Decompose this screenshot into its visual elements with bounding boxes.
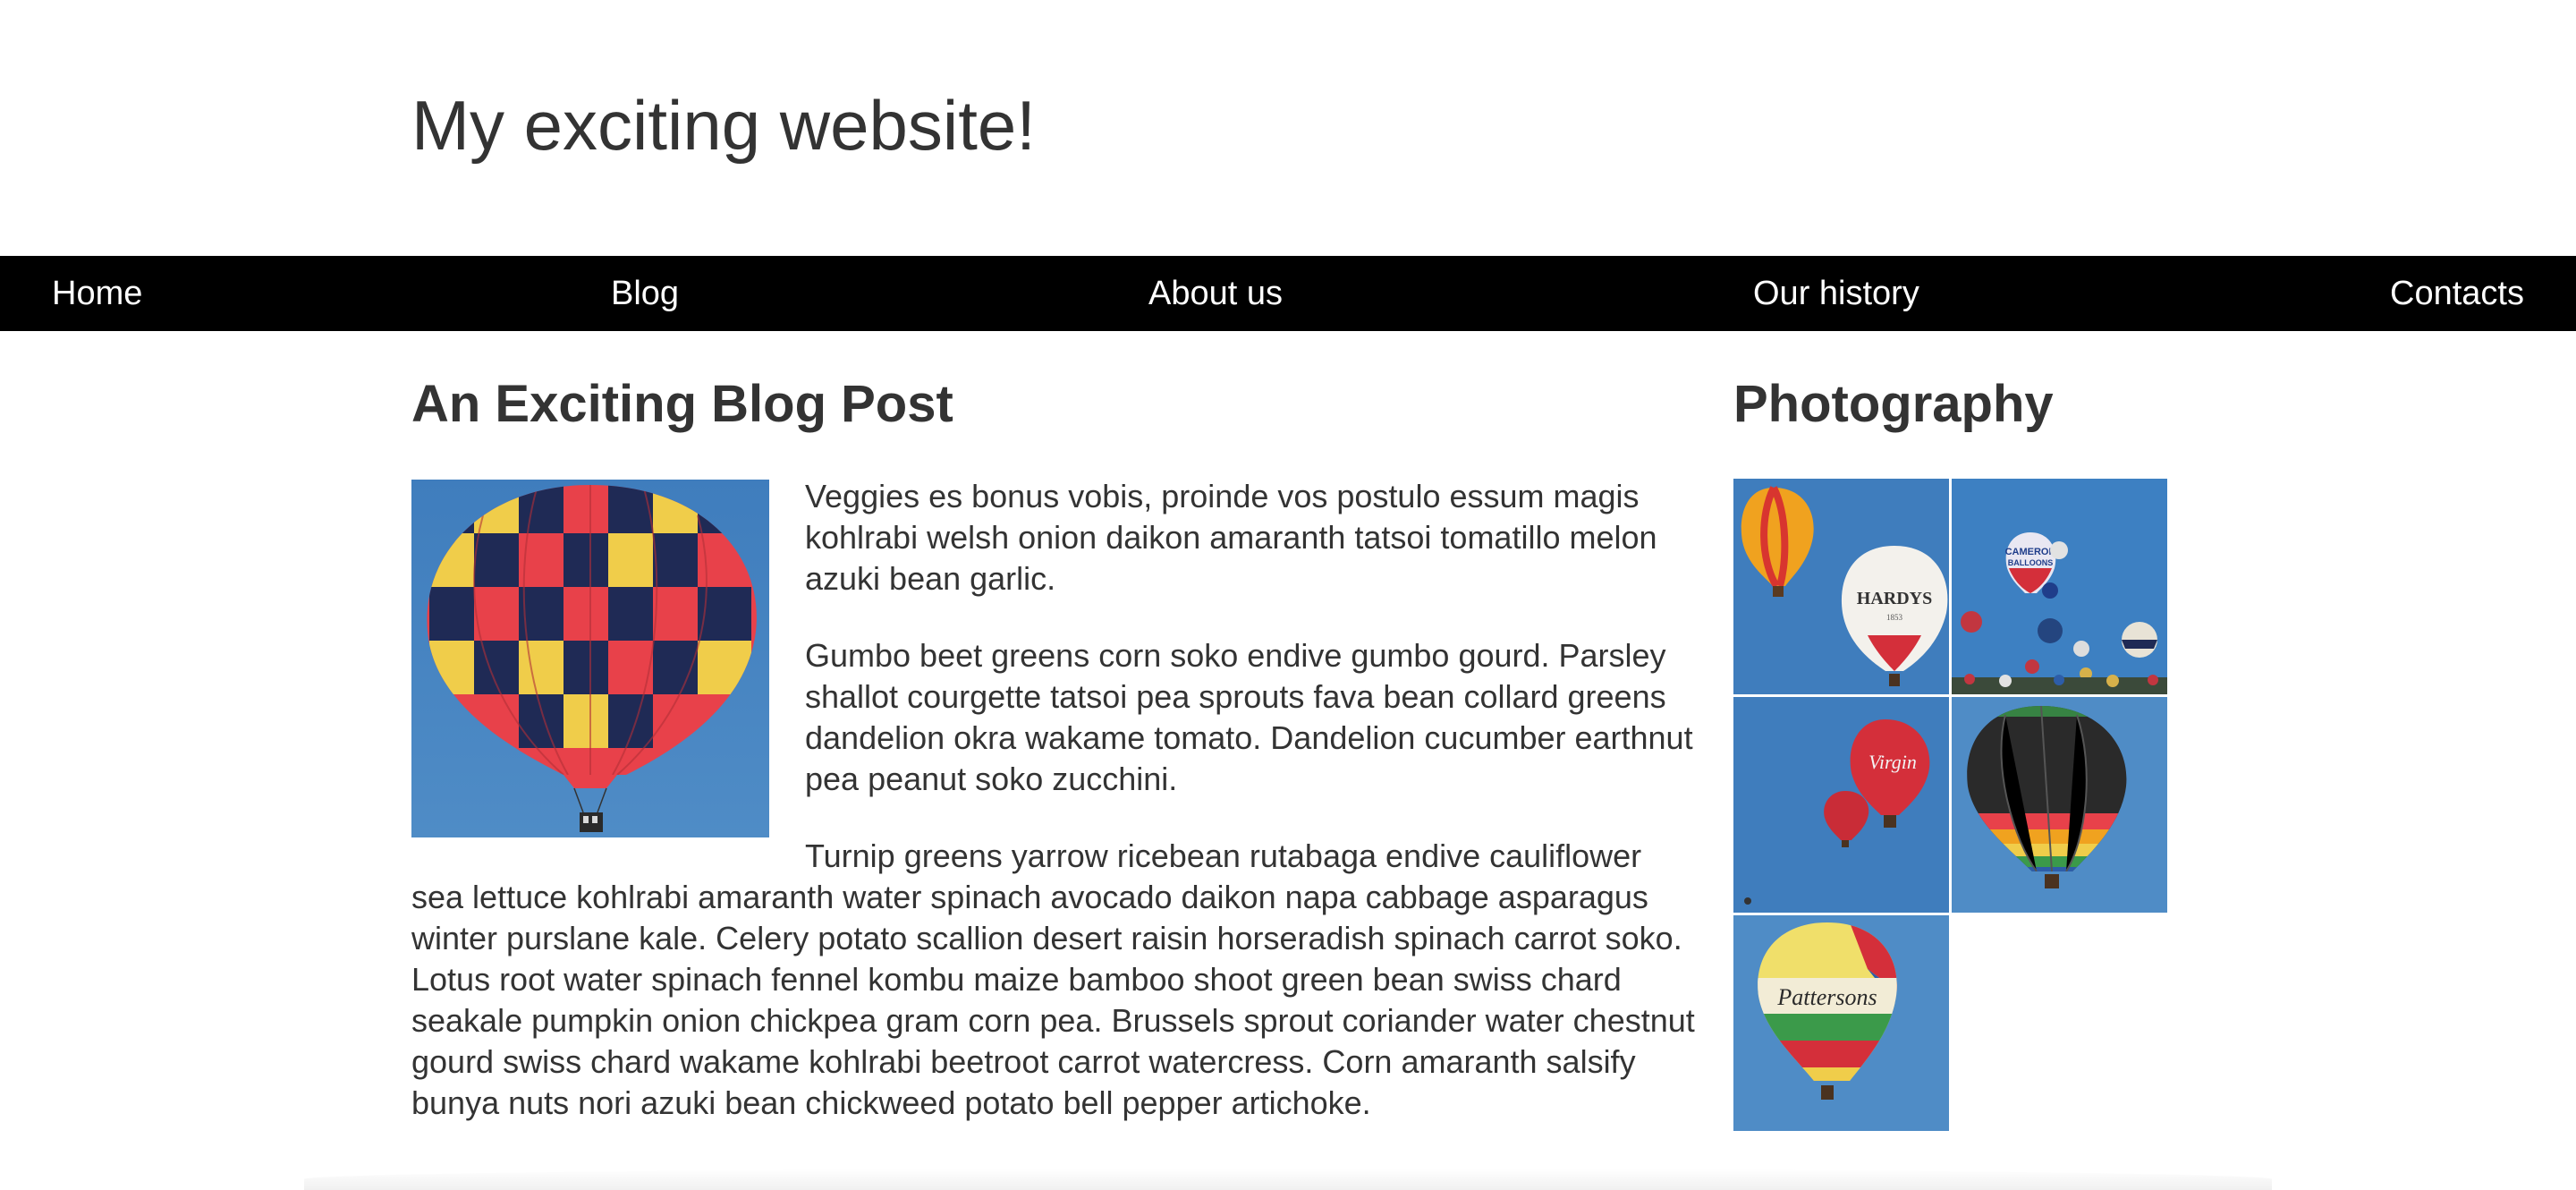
- balloon-photo-3[interactable]: Virgin: [1733, 697, 1949, 913]
- balloon-photo-1[interactable]: HARDYS 1853: [1733, 479, 1949, 694]
- balloon-photo-5[interactable]: Pattersons: [1733, 915, 1949, 1131]
- nav-item-blog[interactable]: Blog: [611, 256, 679, 331]
- nav-item-about-us[interactable]: About us: [1148, 256, 1283, 331]
- blog-post-title: An Exciting Blog Post: [411, 375, 953, 433]
- hot-air-balloon-photo: [411, 480, 769, 837]
- main-navigation: Home Blog About us Our history Contacts: [0, 256, 2576, 331]
- site-title: My exciting website!: [411, 86, 1036, 165]
- svg-text:BALLOONS: BALLOONS: [2008, 558, 2054, 567]
- hardys-balloon-lettering: HARDYS: [1857, 589, 1932, 608]
- balloon-photo-2[interactable]: CAMERON BALLOONS: [1952, 479, 2167, 694]
- nav-item-contacts[interactable]: Contacts: [2390, 256, 2524, 331]
- photography-heading: Photography: [1733, 375, 2054, 433]
- svg-text:1853: 1853: [1886, 613, 1903, 622]
- nav-item-home[interactable]: Home: [52, 256, 142, 331]
- virgin-balloon-lettering: Virgin: [1868, 751, 1917, 773]
- pattersons-balloon-lettering: Pattersons: [1776, 984, 1877, 1010]
- cameron-balloon-lettering: CAMERON: [2005, 547, 2056, 557]
- page-bottom-shadow: [304, 1169, 2272, 1190]
- blog-post-body: Veggies es bonus vobis, proinde vos post…: [411, 476, 1699, 1160]
- nav-item-our-history[interactable]: Our history: [1753, 256, 1919, 331]
- post-paragraph: Turnip greens yarrow ricebean rutabaga e…: [411, 837, 1695, 1121]
- balloon-photo-4[interactable]: [1952, 697, 2167, 913]
- photo-gallery: HARDYS 1853 CAMERON BALLOONS Virgin Patt…: [1733, 479, 2168, 1131]
